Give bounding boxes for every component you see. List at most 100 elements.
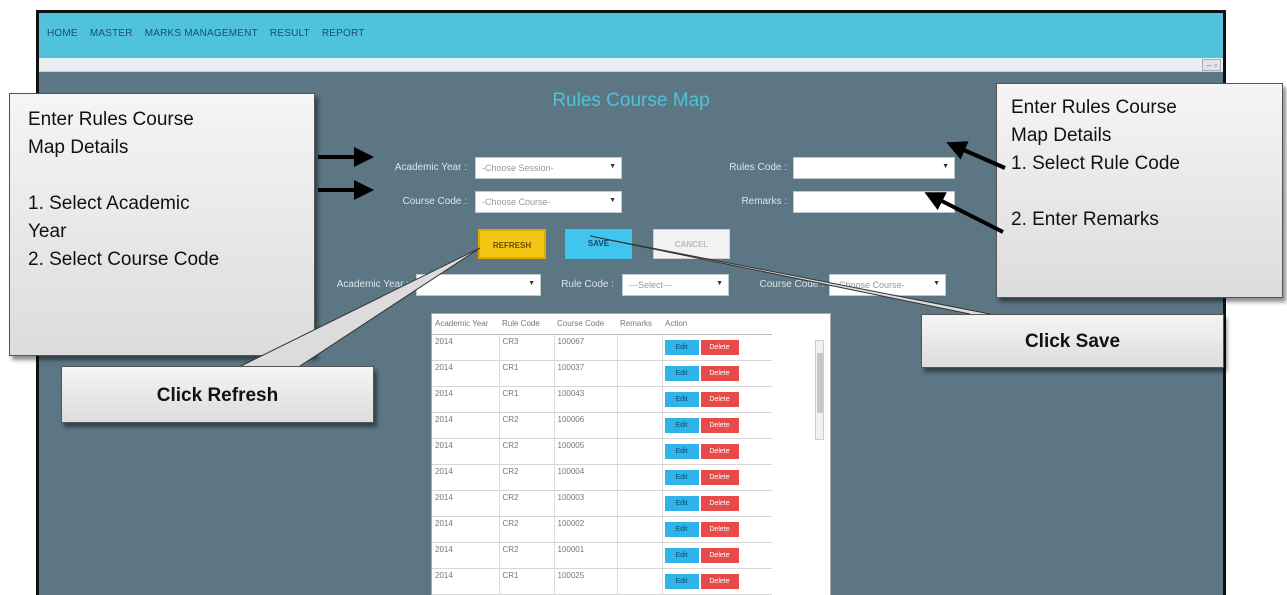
cell-academic-year: 2014 bbox=[432, 438, 500, 465]
delete-button[interactable]: Delete bbox=[700, 547, 739, 563]
academic-year-select[interactable]: -Choose Session- ▼ bbox=[475, 157, 622, 179]
column-header-academic-year: Academic Year bbox=[432, 314, 499, 335]
delete-button[interactable]: Delete bbox=[700, 391, 739, 407]
sub-toolbar: ‒ ▫ bbox=[39, 58, 1223, 72]
annotation-right: Enter Rules Course Map Details 1. Select… bbox=[996, 83, 1283, 298]
chevron-down-icon: ▼ bbox=[528, 280, 535, 287]
remarks-input[interactable] bbox=[793, 191, 955, 213]
cell-course-code: 100001 bbox=[554, 542, 618, 569]
delete-button[interactable]: Delete bbox=[700, 573, 739, 589]
cell-academic-year: 2014 bbox=[432, 360, 500, 387]
menu-item-home[interactable]: HOME bbox=[47, 28, 78, 39]
edit-button[interactable]: Edit bbox=[664, 547, 699, 563]
edit-button[interactable]: Edit bbox=[664, 339, 699, 355]
cell-rule-code: CR2 bbox=[499, 490, 555, 517]
menu-item-report[interactable]: REPORT bbox=[322, 28, 365, 39]
cell-action: EditDelete bbox=[662, 334, 772, 361]
delete-button[interactable]: Delete bbox=[700, 417, 739, 433]
menu-item-master[interactable]: MASTER bbox=[90, 28, 133, 39]
cell-action: EditDelete bbox=[662, 412, 772, 439]
table-header-row: Academic Year Rule Code Course Code Rema… bbox=[432, 314, 772, 335]
annotation-click-refresh: Click Refresh bbox=[61, 366, 374, 423]
cell-rule-code: CR2 bbox=[499, 438, 555, 465]
column-header-rule-code: Rule Code bbox=[499, 314, 554, 335]
cell-course-code: 100043 bbox=[554, 386, 618, 413]
edit-button[interactable]: Edit bbox=[664, 391, 699, 407]
minimize-icon[interactable]: ‒ ▫ bbox=[1202, 59, 1221, 71]
rules-code-select[interactable]: ▼ bbox=[793, 157, 955, 179]
cancel-button[interactable]: CANCEL bbox=[653, 229, 730, 259]
cell-remarks bbox=[617, 438, 663, 465]
cell-remarks bbox=[617, 360, 663, 387]
cell-action: EditDelete bbox=[662, 386, 772, 413]
table-row: 2014 CR1 100025 Edit Delete bbox=[432, 568, 772, 595]
cell-course-code: 100003 bbox=[554, 490, 618, 517]
filter-rule-code-select[interactable]: ---Select--- ▼ bbox=[622, 274, 729, 296]
scrollbar-thumb[interactable] bbox=[817, 353, 823, 413]
delete-button[interactable]: Delete bbox=[700, 339, 739, 355]
delete-button[interactable]: Delete bbox=[700, 443, 739, 459]
cell-rule-code: CR1 bbox=[499, 386, 555, 413]
edit-button[interactable]: Edit bbox=[664, 469, 699, 485]
save-button[interactable]: SAVE bbox=[565, 229, 632, 259]
table-row: 2014 CR3 100067 Edit Delete bbox=[432, 334, 772, 361]
table-row: 2014 CR2 100006 Edit Delete bbox=[432, 412, 772, 439]
cell-academic-year: 2014 bbox=[432, 542, 500, 569]
delete-button[interactable]: Delete bbox=[700, 495, 739, 511]
academic-year-select-value: -Choose Session- bbox=[482, 163, 554, 173]
cell-rule-code: CR1 bbox=[499, 360, 555, 387]
cell-remarks bbox=[617, 464, 663, 491]
filter-academic-year-select[interactable]: ▼ bbox=[416, 274, 541, 296]
chevron-down-icon: ▼ bbox=[609, 197, 616, 204]
filter-course-code-select[interactable]: -Choose Course- ▼ bbox=[829, 274, 946, 296]
delete-button[interactable]: Delete bbox=[700, 469, 739, 485]
annotation-right-text: Enter Rules Course Map Details 1. Select… bbox=[1011, 97, 1180, 230]
academic-year-label: Academic Year : bbox=[394, 162, 467, 173]
rules-code-label: Rules Code : bbox=[729, 162, 787, 173]
edit-button[interactable]: Edit bbox=[664, 495, 699, 511]
cell-remarks bbox=[617, 334, 663, 361]
table-row: 2014 CR1 100037 Edit Delete bbox=[432, 360, 772, 387]
menu-item-marks-management[interactable]: MARKS MANAGEMENT bbox=[145, 28, 258, 39]
annotation-left: Enter Rules Course Map Details 1. Select… bbox=[9, 93, 315, 356]
delete-button[interactable]: Delete bbox=[700, 521, 739, 537]
cell-academic-year: 2014 bbox=[432, 568, 500, 595]
cell-action: EditDelete bbox=[662, 568, 772, 595]
cell-academic-year: 2014 bbox=[432, 334, 500, 361]
cell-remarks bbox=[617, 542, 663, 569]
cell-rule-code: CR1 bbox=[499, 568, 555, 595]
cell-course-code: 100005 bbox=[554, 438, 618, 465]
cell-action: EditDelete bbox=[662, 438, 772, 465]
table-row: 2014 CR2 100004 Edit Delete bbox=[432, 464, 772, 491]
cell-remarks bbox=[617, 568, 663, 595]
course-code-label: Course Code : bbox=[402, 196, 467, 207]
table-scrollbar[interactable] bbox=[815, 340, 824, 440]
filter-rule-code-value: ---Select--- bbox=[629, 280, 672, 290]
edit-button[interactable]: Edit bbox=[664, 573, 699, 589]
edit-button[interactable]: Edit bbox=[664, 417, 699, 433]
menu-item-result[interactable]: RESULT bbox=[270, 28, 310, 39]
chevron-down-icon: ▼ bbox=[716, 280, 723, 287]
chevron-down-icon: ▼ bbox=[609, 163, 616, 170]
edit-button[interactable]: Edit bbox=[664, 443, 699, 459]
column-header-course-code: Course Code bbox=[554, 314, 617, 335]
cell-course-code: 100002 bbox=[554, 516, 618, 543]
filter-course-code-value: -Choose Course- bbox=[836, 280, 905, 290]
cell-course-code: 100004 bbox=[554, 464, 618, 491]
cell-remarks bbox=[617, 386, 663, 413]
cell-remarks bbox=[617, 516, 663, 543]
column-header-action: Action bbox=[662, 314, 772, 335]
edit-button[interactable]: Edit bbox=[664, 521, 699, 537]
annotation-left-text: Enter Rules Course Map Details 1. Select… bbox=[28, 109, 220, 270]
delete-button[interactable]: Delete bbox=[700, 365, 739, 381]
filter-course-code-label: Course Code : bbox=[759, 279, 824, 290]
cell-rule-code: CR2 bbox=[499, 542, 555, 569]
course-code-select[interactable]: -Choose Course- ▼ bbox=[475, 191, 622, 213]
cell-action: EditDelete bbox=[662, 360, 772, 387]
table-row: 2014 CR2 100005 Edit Delete bbox=[432, 438, 772, 465]
cell-academic-year: 2014 bbox=[432, 464, 500, 491]
cell-rule-code: CR2 bbox=[499, 412, 555, 439]
edit-button[interactable]: Edit bbox=[664, 365, 699, 381]
cell-action: EditDelete bbox=[662, 464, 772, 491]
refresh-button[interactable]: REFRESH bbox=[478, 229, 546, 259]
